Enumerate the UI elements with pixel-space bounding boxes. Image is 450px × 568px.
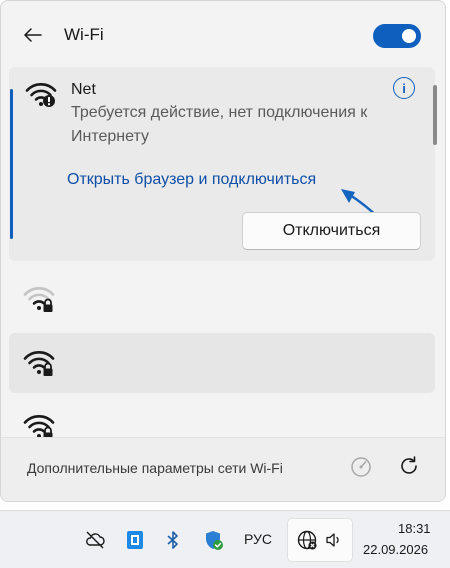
cloud-offline-icon[interactable] xyxy=(84,529,106,551)
active-indicator xyxy=(10,89,13,239)
network-volume-group[interactable] xyxy=(287,518,353,562)
wifi-warning-icon xyxy=(25,83,57,107)
toggle-knob xyxy=(402,29,416,43)
gauge-icon xyxy=(351,457,371,477)
refresh-icon[interactable] xyxy=(397,454,421,478)
wifi-lock-icon xyxy=(23,351,55,376)
wifi-lock-icon xyxy=(23,287,55,312)
wifi-flyout: Wi-Fi Net Требуется действие, нет подклю… xyxy=(0,0,446,502)
network-item[interactable] xyxy=(9,397,435,437)
clock-date[interactable]: 22.09.2026 xyxy=(363,542,428,557)
disconnect-button[interactable]: Отключиться xyxy=(242,212,421,250)
volume-icon xyxy=(326,533,339,547)
network-list[interactable]: Net Требуется действие, нет подключения … xyxy=(9,67,439,437)
more-wifi-settings-link[interactable]: Дополнительные параметры сети Wi-Fi xyxy=(27,460,283,476)
scrollbar-thumb[interactable] xyxy=(433,85,437,145)
back-arrow-icon xyxy=(24,28,42,42)
network-item[interactable] xyxy=(9,269,435,329)
bluetooth-icon[interactable] xyxy=(162,529,184,551)
language-indicator[interactable]: РУС xyxy=(244,531,272,547)
wifi-lock-icon xyxy=(23,415,55,437)
network-item[interactable] xyxy=(9,333,435,393)
back-button[interactable] xyxy=(19,23,47,47)
network-name: Net xyxy=(71,81,96,98)
taskbar: РУС 18:31 22.09.2026 xyxy=(0,510,450,568)
app-tray-icon[interactable] xyxy=(124,529,146,551)
open-browser-link[interactable]: Открыть браузер и подключиться xyxy=(67,171,316,189)
security-shield-icon[interactable] xyxy=(202,529,224,551)
wifi-header: Wi-Fi xyxy=(1,1,445,67)
info-icon[interactable]: i xyxy=(393,77,415,99)
clock-time[interactable]: 18:31 xyxy=(398,521,431,536)
wifi-toggle[interactable] xyxy=(373,24,421,48)
network-item-net[interactable]: Net Требуется действие, нет подключения … xyxy=(9,67,435,261)
flyout-footer: Дополнительные параметры сети Wi-Fi xyxy=(1,438,445,501)
globe-no-internet-icon xyxy=(297,530,317,550)
page-title: Wi-Fi xyxy=(64,25,104,44)
network-status: Требуется действие, нет подключения к Ин… xyxy=(71,104,368,145)
